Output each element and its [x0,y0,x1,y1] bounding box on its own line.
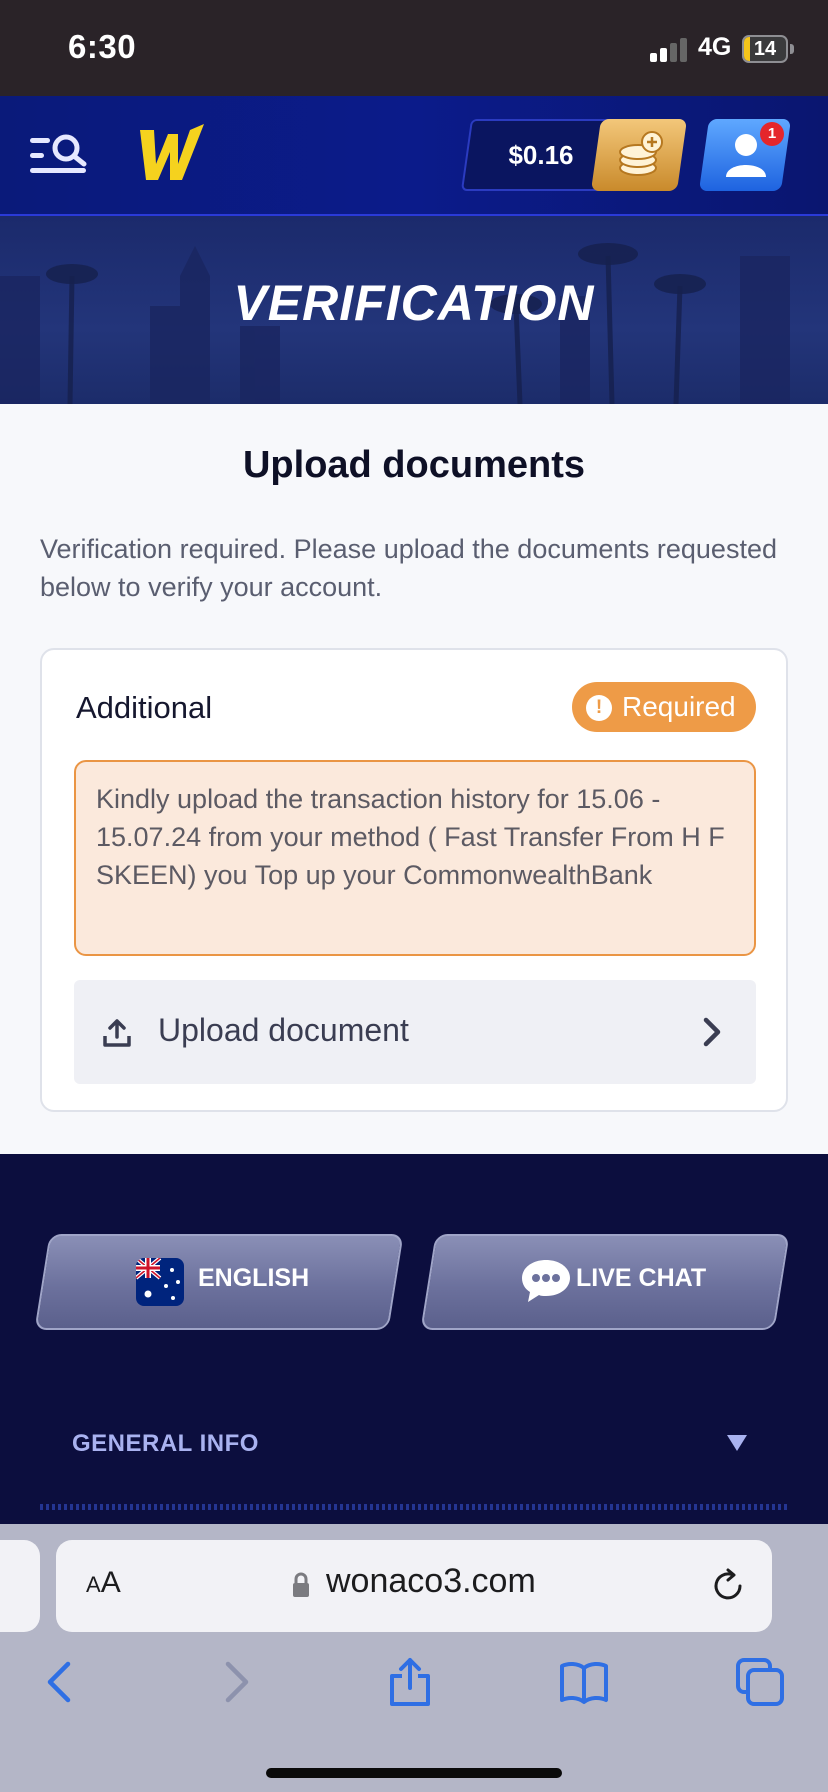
back-icon[interactable] [34,1656,86,1708]
lock-icon [293,1572,309,1597]
upload-document-label: Upload document [158,1012,409,1048]
home-indicator [266,1768,562,1778]
brand-logo-icon[interactable] [136,120,206,188]
page-banner: VERIFICATION [0,216,828,404]
bookmarks-icon[interactable] [558,1656,610,1708]
document-card: Additional ! Required Kindly upload the … [40,648,788,1112]
aa-small-letter: A [86,1572,101,1597]
site-footer: ENGLISH LIVE CHAT GENERAL INFO [0,1154,828,1524]
url-text: wonaco3.com [326,1562,536,1600]
status-badge: ! Required [572,682,756,732]
status-badge-label: Required [622,691,736,722]
menu-search-icon[interactable] [28,132,90,182]
coins-icon [619,131,663,176]
tabs-icon[interactable] [734,1656,786,1708]
main-content: Upload documents Verification required. … [0,404,828,1154]
reload-icon[interactable] [710,1568,746,1604]
triangle-down-icon[interactable] [726,1434,748,1452]
australia-flag-icon [136,1258,184,1306]
language-label: ENGLISH [198,1264,310,1292]
live-chat-label: LIVE CHAT [576,1264,707,1292]
status-bar: 6:30 4G 14 [0,0,828,96]
battery-icon: 14 [742,35,788,63]
address-bar[interactable]: AA wonaco3.com [56,1540,772,1632]
alert-icon: ! [586,695,612,721]
upload-document-button[interactable]: Upload document [74,980,756,1084]
chat-bubble-icon [522,1260,570,1302]
notification-badge: 1 [760,122,784,146]
status-time: 6:30 [68,28,137,65]
site-header: $0.16 1 [0,96,828,216]
intro-text: Verification required. Please upload the… [40,534,777,602]
cellular-signal-icon [650,38,687,62]
forward-icon[interactable] [210,1656,262,1708]
upload-icon [103,1019,131,1047]
page-title-banner: VERIFICATION [233,275,595,331]
section-title: Upload documents [242,444,586,486]
document-request-note: Kindly upload the transaction history fo… [74,760,756,956]
general-info-toggle[interactable]: GENERAL INFO [72,1430,259,1458]
aa-large-letter: A [100,1566,121,1599]
battery-tip [790,44,794,54]
footer-divider [40,1504,788,1510]
share-icon[interactable] [384,1656,436,1708]
chevron-right-icon [703,1017,721,1047]
card-title: Additional [76,690,213,725]
battery-percent: 14 [753,38,777,60]
previous-tab-peek[interactable] [0,1540,40,1632]
network-type: 4G [698,33,732,61]
language-button[interactable]: ENGLISH [34,1234,404,1330]
live-chat-button[interactable]: LIVE CHAT [420,1234,790,1330]
browser-toolbar: AA wonaco3.com [0,1524,828,1792]
reader-settings-button[interactable]: AA [86,1566,121,1600]
